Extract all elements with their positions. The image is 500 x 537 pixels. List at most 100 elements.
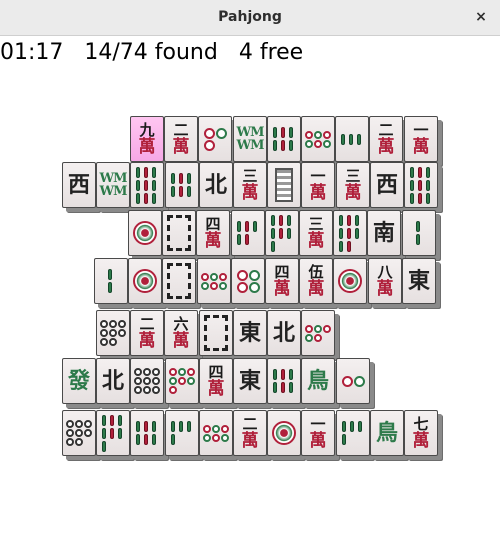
mahjong-tile-wind[interactable]: 南 [367, 210, 401, 256]
mahjong-tile-wind[interactable]: 北 [199, 162, 233, 208]
mahjong-tile-dots[interactable] [198, 116, 232, 162]
bamboo-stick [426, 192, 430, 204]
tile-face [268, 117, 300, 161]
wind-glyph: 北 [272, 320, 295, 346]
mahjong-tile-wan[interactable]: 六萬 [164, 310, 198, 356]
mahjong-tile-wind[interactable]: 東 [233, 358, 267, 404]
mahjong-tile-dots[interactable] [231, 258, 265, 304]
mahjong-tile-bamboo[interactable] [267, 358, 301, 404]
mahjong-tile-dots[interactable] [165, 358, 199, 404]
tile-face [163, 211, 195, 255]
mahjong-tile-bamboo[interactable] [96, 410, 130, 456]
bamboo-stick [410, 192, 414, 204]
mahjong-tile-bird[interactable]: 鳥 [301, 358, 335, 404]
wan-number-glyph: 二 [139, 314, 155, 333]
mahjong-tile-wan[interactable]: 三萬 [299, 210, 333, 256]
mahjong-tile-dragon-green[interactable]: 發 [62, 358, 96, 404]
bamboo-stick [144, 192, 148, 204]
mahjong-tile-wan[interactable]: 四萬 [265, 258, 299, 304]
mahjong-tile-wind[interactable]: 西 [370, 162, 404, 208]
mahjong-tile-bamboo[interactable] [404, 162, 438, 208]
tile-face [268, 359, 300, 403]
tile-face: 二萬 [234, 411, 266, 455]
mahjong-tile-bird[interactable]: 鳥 [370, 410, 404, 456]
dot-circle [109, 338, 117, 346]
mahjong-tile-dragon-white[interactable] [162, 210, 196, 256]
mahjong-tile-wind[interactable]: 東 [233, 310, 267, 356]
bamboo-stick [245, 221, 249, 232]
mahjong-tile-bamboo[interactable] [231, 210, 265, 256]
dot-circle [152, 386, 160, 394]
mahjong-tile-dragon-white[interactable] [162, 258, 196, 304]
mahjong-tile-wind[interactable]: 北 [96, 358, 130, 404]
mahjong-tile-wan[interactable]: 四萬 [199, 358, 233, 404]
tile-face: 二萬 [370, 117, 402, 161]
mahjong-tile-bamboo-wind[interactable]: WM WM [96, 162, 130, 208]
dot-circle [187, 377, 195, 385]
tile-face [198, 259, 230, 303]
bamboo-stick [410, 166, 414, 178]
tile-face [334, 211, 366, 255]
mahjong-tile-dots[interactable] [128, 258, 162, 304]
mahjong-tile-wan[interactable]: 一萬 [301, 410, 335, 456]
mahjong-tile-dots[interactable] [96, 310, 130, 356]
mahjong-tile-wan[interactable]: 一萬 [301, 162, 335, 208]
mahjong-tile-dots[interactable] [128, 210, 162, 256]
mahjong-tile-dots[interactable] [62, 410, 96, 456]
mahjong-tile-wan[interactable]: 九萬 [130, 116, 164, 162]
mahjong-tile-dots[interactable] [333, 258, 367, 304]
mahjong-tile-bamboo[interactable] [165, 410, 199, 456]
tile-face [166, 411, 198, 455]
mahjong-tile-wan[interactable]: 二萬 [233, 410, 267, 456]
mahjong-tile-wan[interactable]: 二萬 [164, 116, 198, 162]
dot-circle [323, 324, 331, 333]
bird-bamboo-icon: 鳥 [375, 420, 398, 446]
mahjong-tile-wan[interactable]: 八萬 [368, 258, 402, 304]
bamboo-stick [281, 127, 285, 138]
mahjong-tile-bamboo[interactable] [130, 162, 164, 208]
mahjong-tile-bamboo[interactable] [402, 210, 436, 256]
mahjong-tile-wan[interactable]: 三萬 [336, 162, 370, 208]
mahjong-tile-wan[interactable]: 伍萬 [299, 258, 333, 304]
mahjong-tile-bamboo[interactable] [336, 410, 370, 456]
mahjong-tile-dragon-white[interactable] [199, 310, 233, 356]
mahjong-tile-dots[interactable] [336, 358, 370, 404]
dot-circle [215, 127, 227, 139]
tile-face [200, 411, 232, 455]
mahjong-tile-bamboo[interactable] [130, 410, 164, 456]
dot-circle [203, 424, 211, 433]
mahjong-tile-dots[interactable] [199, 410, 233, 456]
mahjong-tile-bamboo[interactable] [94, 258, 128, 304]
mahjong-tile-wan[interactable]: 三萬 [233, 162, 267, 208]
mahjong-tile-wind[interactable]: 北 [267, 310, 301, 356]
mahjong-tile-wan[interactable]: 七萬 [404, 410, 438, 456]
bamboo-stick [339, 227, 343, 239]
tile-face: 西 [371, 163, 403, 207]
bamboo-stick [187, 186, 191, 197]
mahjong-tile-wan[interactable]: 四萬 [196, 210, 230, 256]
mahjong-tile-white[interactable] [267, 162, 301, 208]
mahjong-tile-dots[interactable] [267, 410, 301, 456]
mahjong-tile-dots[interactable] [301, 116, 335, 162]
mahjong-tile-dots[interactable] [130, 358, 164, 404]
mahjong-tile-bamboo[interactable] [267, 116, 301, 162]
mahjong-tile-wind[interactable]: 西 [62, 162, 96, 208]
mahjong-tile-bamboo-wind[interactable]: WM WM [233, 116, 267, 162]
bamboo-stick [273, 140, 277, 151]
mahjong-tile-wan[interactable]: 二萬 [130, 310, 164, 356]
dot-circle [212, 433, 220, 442]
dot-circle [236, 269, 248, 281]
bamboo-stick [279, 227, 283, 239]
mahjong-tile-wan[interactable]: 二萬 [369, 116, 403, 162]
mahjong-tile-wind[interactable]: 東 [402, 258, 436, 304]
dot-circle [203, 139, 215, 151]
mahjong-tile-bamboo[interactable] [335, 116, 369, 162]
mahjong-tile-dots[interactable] [301, 310, 335, 356]
mahjong-tile-bamboo[interactable] [265, 210, 299, 256]
wan-number-glyph: 二 [242, 414, 258, 433]
wan-character-icon: 萬 [412, 136, 430, 157]
mahjong-tile-dots[interactable] [197, 258, 231, 304]
mahjong-tile-wan[interactable]: 一萬 [404, 116, 438, 162]
mahjong-tile-bamboo[interactable] [165, 162, 199, 208]
mahjong-tile-bamboo[interactable] [333, 210, 367, 256]
